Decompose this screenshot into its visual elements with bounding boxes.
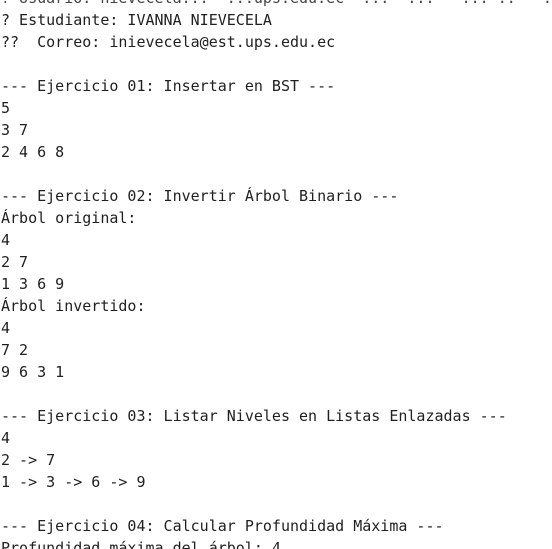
output-line: 2 4 6 8 — [1, 143, 65, 161]
output-line: 1 -> 3 -> 6 -> 9 — [1, 473, 146, 491]
terminal-output[interactable]: ? Usuario: nievecela... ...ups.edu.ec ..… — [0, 0, 552, 549]
output-line: 1 3 6 9 — [1, 275, 65, 293]
output-line: 9 6 3 1 — [1, 363, 65, 381]
output-line: 5 — [1, 99, 11, 117]
output-line: Árbol original: — [1, 209, 137, 227]
output-line: 2 7 — [1, 253, 29, 271]
output-line: 4 — [1, 319, 11, 337]
exercise-header: --- Ejercicio 02: Invertir Árbol Binario… — [1, 187, 399, 205]
output-line: 2 -> 7 — [1, 451, 56, 469]
clipped-line: ? Usuario: nievecela... ...ups.edu.ec ..… — [0, 0, 552, 9]
output-line: ?? Correo: inievecela@est.ups.edu.ec — [1, 33, 336, 51]
output-line: 4 — [1, 429, 11, 447]
output-line: Árbol invertido: — [1, 297, 146, 315]
exercise-header: --- Ejercicio 04: Calcular Profundidad M… — [1, 517, 444, 535]
exercise-header: --- Ejercicio 01: Insertar en BST --- — [1, 77, 336, 95]
output-line: 4 — [1, 231, 11, 249]
output-line: Profundidad máxima del árbol: 4 — [1, 539, 281, 549]
output-line: 7 2 — [1, 341, 29, 359]
output-line: ? Estudiante: IVANNA NIEVECELA — [1, 11, 272, 29]
exercise-header: --- Ejercicio 03: Listar Niveles en List… — [1, 407, 507, 425]
output-line: 3 7 — [1, 121, 29, 139]
